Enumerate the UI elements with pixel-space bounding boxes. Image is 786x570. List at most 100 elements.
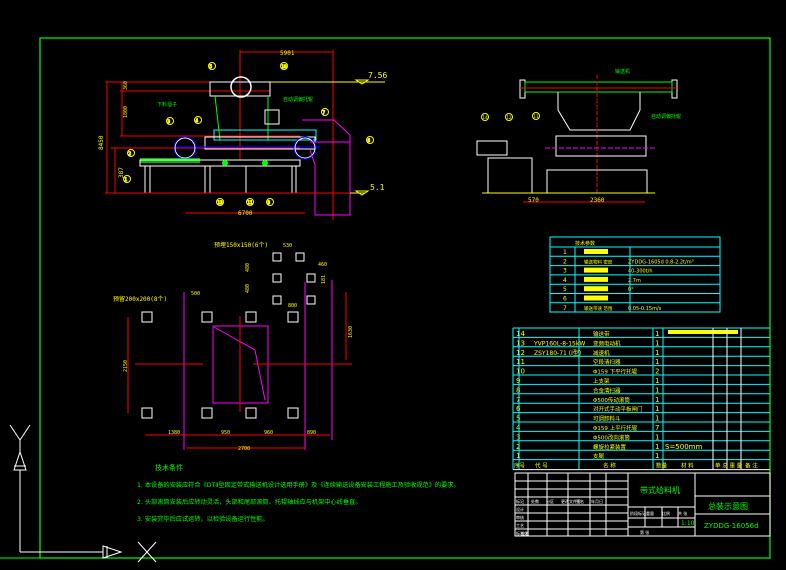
level-top: 7.56 (368, 71, 387, 80)
part-row-qty: 1 (655, 443, 659, 451)
part-row-name: 空段清扫器 (593, 358, 621, 366)
title-block-label: 批准 (521, 530, 529, 536)
elevation-view: 5901 8450 387 1800 360 6700 7.56 5.1 下料溜… (98, 50, 387, 220)
part-row-qty: 1 (655, 339, 659, 347)
dim-2150: 2150 (123, 360, 129, 372)
part-row-no: 2 (516, 443, 520, 451)
part-row-qty: 1 (655, 377, 659, 385)
side-dim-b: 2360 (590, 197, 605, 204)
part-row-qty: 1 (655, 415, 659, 423)
spec-row-value-bar (584, 249, 608, 254)
header-material: 材 料 (681, 462, 694, 470)
title-block-mid-label: 重量 (646, 510, 654, 516)
dim-b: 1800 (123, 106, 129, 118)
part-row-qty: 1 (655, 405, 659, 413)
drawing-name: 总装示意图 (708, 501, 748, 511)
part-balloons: 5 10 3 4 2 1 13 11 8 7 6 (123, 62, 374, 206)
side-dim-a: 570 (528, 197, 539, 204)
dim-890: 890 (307, 430, 316, 436)
label-small-holes: 预埋150x150(6个) (214, 241, 268, 249)
title-block-mid-label: 共 张 (678, 510, 687, 516)
balloon-number: 12 (507, 115, 513, 120)
part-row-no: 12 (516, 349, 525, 357)
part-row-name: Φ159 上平行托辊 (593, 424, 638, 432)
part-row-code: ZSY180-71 (I型) (534, 349, 581, 357)
part-row-no: 3 (516, 433, 520, 441)
part-row-no: 13 (516, 339, 525, 347)
dim-height-total: 8450 (98, 135, 105, 150)
dim-2700: 2700 (238, 446, 250, 452)
balloon-number: 13 (218, 200, 224, 205)
spec-row-value: ZYDDG-1605d 0.8-2.2t/m³ (628, 259, 694, 265)
balloon-number: 7 (323, 110, 326, 115)
note-training-idler: 自动调偏托辊 (283, 96, 313, 103)
title-block-label: 工艺 (516, 523, 524, 528)
title-block-label: 设计 (516, 506, 524, 512)
spec-row-value: 0.05-0.15m/s (628, 306, 662, 312)
dim-500: 500 (191, 291, 200, 297)
technical-notes: 技术条件 1. 本设备的安装应符合《DTⅡ型固定带式输送机设计选用手册》及《连续… (137, 463, 460, 523)
part-row-no: 8 (516, 386, 520, 394)
spec-row-no: 6 (563, 296, 567, 303)
dim-181: 181 (321, 275, 327, 284)
spec-row-no: 4 (563, 277, 567, 284)
header-code: 代 号 (535, 462, 548, 470)
note-item-1: 1. 本设备的安装应符合《DTⅡ型固定带式输送机设计选用手册》及《连续输送设备安… (137, 481, 460, 489)
part-row-name: 输送带 (593, 330, 610, 338)
notes-title: 技术条件 (155, 463, 183, 472)
balloon-number: 10 (282, 64, 288, 69)
spec-row-value-bar (584, 276, 608, 282)
part-row-qty: 1 (655, 433, 659, 441)
dim-530: 530 (283, 243, 292, 249)
title-block-label: 分区 (546, 498, 554, 504)
part-row-name: Φ500传动滚筒 (593, 396, 630, 404)
dim-460: 460 (318, 262, 327, 268)
part-row-no: 5 (516, 415, 520, 423)
dim-1630: 1630 (348, 326, 354, 338)
product-name: 带式给料机 (640, 485, 680, 495)
title-block-label: 审核 (516, 514, 524, 520)
drawing-scale: 1:10 (681, 520, 695, 527)
balloon-number: 2 (129, 151, 132, 156)
part-row-no: 11 (516, 358, 525, 366)
dim-800: 800 (288, 303, 297, 309)
balloon-number: 11 (534, 114, 540, 119)
dim-top: 5901 (280, 50, 295, 57)
spec-row-no: 3 (563, 268, 567, 275)
part-row-qty: 1 (655, 349, 659, 357)
note-chute: 下料溜子 (157, 101, 177, 108)
part-row-qty: 1 (655, 358, 659, 366)
spec-row-no: 5 (563, 286, 567, 293)
part-row-name: Φ159 下平行托辊 (593, 368, 638, 376)
spec-row-value-bar (584, 286, 608, 292)
level-bottom: 5.1 (370, 183, 385, 192)
part-row-no: 10 (516, 368, 525, 376)
part-row-material: S=500mm (665, 443, 702, 451)
part-row-no: 1 (516, 452, 520, 460)
side-note-conveyor: 输送机 (615, 68, 630, 75)
spec-row-name: 输送物料 密度 (584, 258, 613, 265)
header-no: 序号 (514, 462, 526, 470)
part-row-name: 减速机 (593, 349, 610, 357)
part-row-no: 7 (516, 396, 520, 404)
foundation-plan: 预留200x200(8个) 预埋150x150(6个) 530 460 480 … (113, 241, 354, 452)
balloon-number: 14 (483, 115, 489, 120)
cad-drawing-canvas[interactable]: 5901 8450 387 1800 360 6700 7.56 5.1 下料溜… (0, 0, 786, 570)
spec-table: 技术参数 1 2 输送物料 密度 ZYDDG-1605d 0.8-2.2t/m³ 3 40-… (549, 236, 721, 313)
title-block-label: 标记 (516, 498, 524, 504)
part-row-qty: 1 (655, 386, 659, 394)
spec-title: 技术参数 (575, 240, 595, 247)
part-row-name: 变频电动机 (593, 339, 621, 347)
spec-row-no: 2 (563, 258, 567, 265)
spec-row-value: 40-300t/h (628, 269, 653, 275)
balloon-number: 5 (210, 64, 213, 69)
label-large-holes: 预留200x200(8个) (113, 295, 167, 303)
balloon-number: 6 (368, 138, 371, 143)
header-qty: 数量 (656, 462, 668, 470)
part-row-qty: 1 (655, 452, 659, 460)
title-block-label: 处数 (531, 498, 539, 504)
balloon-number: 4 (196, 118, 199, 123)
note-item-3: 3. 安装完毕后应试运转，以检验设备运行性能。 (137, 515, 269, 523)
balloon-number: 11 (248, 200, 254, 205)
title-block-mid-label: 第 张 (640, 529, 649, 535)
